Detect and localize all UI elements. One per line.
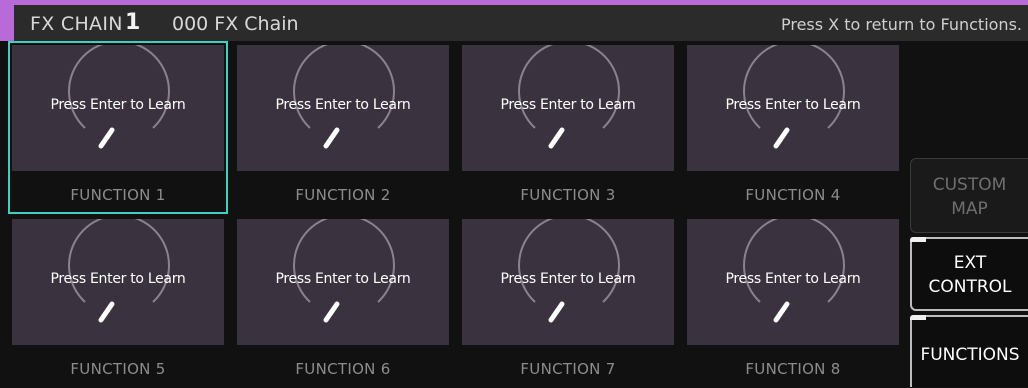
learn-prompt: Press Enter to Learn: [725, 271, 861, 287]
knob-panel[interactable]: Press Enter to Learn: [12, 219, 224, 345]
header-bar: FX CHAIN 1 000 FX Chain Press X to retur…: [0, 0, 1028, 41]
function-cell-2[interactable]: Press Enter to Learn FUNCTION 2: [233, 41, 453, 214]
function-label: FUNCTION 2: [295, 186, 391, 204]
preset-name: 000 FX Chain: [172, 13, 299, 35]
function-label: FUNCTION 6: [295, 360, 391, 378]
ext-control-button[interactable]: EXT CONTROL: [910, 237, 1028, 311]
function-label: FUNCTION 4: [745, 186, 841, 204]
knob-panel[interactable]: Press Enter to Learn: [687, 219, 899, 345]
tab-corner-marker: [910, 237, 926, 242]
page-title: FX CHAIN: [30, 13, 123, 35]
custom-map-button[interactable]: CUSTOM MAP: [910, 158, 1028, 233]
knob-panel[interactable]: Press Enter to Learn: [12, 45, 224, 171]
function-label: FUNCTION 5: [70, 360, 166, 378]
return-hint: Press X to return to Functions.: [780, 15, 1022, 34]
knob-panel[interactable]: Press Enter to Learn: [462, 45, 674, 171]
custom-map-label-line2: MAP: [951, 199, 988, 219]
learn-prompt: Press Enter to Learn: [500, 97, 636, 113]
chain-number: 1: [125, 10, 141, 35]
function-cell-8[interactable]: Press Enter to Learn FUNCTION 8: [683, 215, 903, 388]
function-cell-3[interactable]: Press Enter to Learn FUNCTION 3: [458, 41, 678, 214]
learn-prompt: Press Enter to Learn: [275, 271, 411, 287]
function-cell-1[interactable]: Press Enter to Learn FUNCTION 1: [8, 41, 228, 214]
function-label: FUNCTION 7: [520, 360, 616, 378]
knob-panel[interactable]: Press Enter to Learn: [237, 45, 449, 171]
learn-prompt: Press Enter to Learn: [500, 271, 636, 287]
functions-button[interactable]: FUNCTIONS: [910, 315, 1028, 387]
functions-label: FUNCTIONS: [920, 345, 1020, 365]
learn-prompt: Press Enter to Learn: [50, 97, 186, 113]
learn-prompt: Press Enter to Learn: [275, 97, 411, 113]
function-label: FUNCTION 8: [745, 360, 841, 378]
function-cell-5[interactable]: Press Enter to Learn FUNCTION 5: [8, 215, 228, 388]
header-accent: [0, 0, 14, 41]
function-cell-4[interactable]: Press Enter to Learn FUNCTION 4: [683, 41, 903, 214]
custom-map-label-line1: CUSTOM: [932, 175, 1007, 195]
function-label: FUNCTION 1: [70, 186, 166, 204]
knob-panel[interactable]: Press Enter to Learn: [687, 45, 899, 171]
function-cell-7[interactable]: Press Enter to Learn FUNCTION 7: [458, 215, 678, 388]
knob-panel[interactable]: Press Enter to Learn: [237, 219, 449, 345]
function-cell-6[interactable]: Press Enter to Learn FUNCTION 6: [233, 215, 453, 388]
tab-corner-marker: [910, 315, 926, 320]
learn-prompt: Press Enter to Learn: [725, 97, 861, 113]
ext-control-label-line1: EXT: [953, 253, 987, 273]
learn-prompt: Press Enter to Learn: [50, 271, 186, 287]
knob-panel[interactable]: Press Enter to Learn: [462, 219, 674, 345]
function-label: FUNCTION 3: [520, 186, 616, 204]
ext-control-label-line2: CONTROL: [928, 277, 1012, 297]
